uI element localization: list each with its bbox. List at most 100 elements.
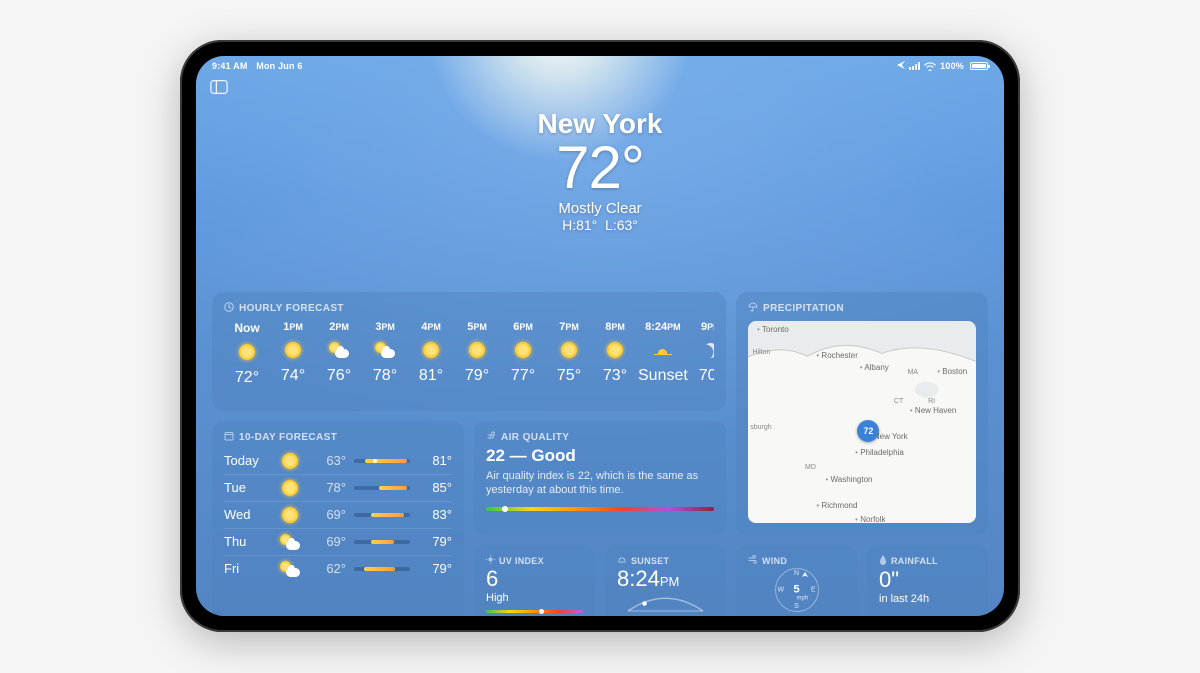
uv-value: 6	[486, 566, 583, 592]
weather-icon	[703, 341, 714, 359]
status-time: 9:41 AM	[212, 61, 248, 71]
map-city-label: • Albany	[860, 363, 889, 372]
cell-signal-icon	[909, 62, 920, 70]
temp-range-bar	[354, 513, 410, 517]
precip-title: Precipitation	[763, 303, 844, 314]
weather-icon	[654, 341, 672, 359]
hourly-slot[interactable]: 9PM 70°	[688, 321, 714, 387]
day-icon	[278, 561, 302, 577]
day-row[interactable]: Thu69°79°	[224, 528, 452, 555]
hour-temp: 73°	[603, 367, 627, 385]
map-city-label: • Philadelphia	[855, 448, 904, 457]
hourly-slot[interactable]: 4PM 81°	[408, 321, 454, 387]
status-date: Mon Jun 6	[256, 61, 302, 71]
tenday-title: 10-Day Forecast	[239, 432, 337, 443]
tenday-forecast-card[interactable]: 10-Day Forecast Today63°81°Tue78°85°Wed6…	[212, 421, 464, 616]
sidebar-toggle-button[interactable]	[208, 78, 230, 96]
day-high: 79°	[418, 561, 452, 576]
battery-pct: 100%	[940, 61, 964, 71]
hour-temp: 75°	[557, 367, 581, 385]
map-city-label: • Richmond	[816, 501, 857, 510]
day-row[interactable]: Fri 62° 79°	[224, 555, 452, 582]
precipitation-map[interactable]: • Toronto• Rochester• Albany• Boston• Ne…	[748, 321, 976, 523]
hourly-slot[interactable]: 1PM74°	[270, 321, 316, 387]
weather-icon	[375, 341, 395, 359]
raindrop-icon	[879, 555, 887, 567]
day-label: Fri	[224, 561, 278, 576]
hourly-slot[interactable]: 8PM 73°	[592, 321, 638, 387]
map-city-label: • Boston	[937, 367, 967, 376]
rain-label: in last 24h	[879, 593, 976, 605]
hourly-slot[interactable]: 2PM 76°	[316, 321, 362, 387]
sidebar-icon	[210, 80, 228, 94]
temp-range-bar	[354, 567, 410, 571]
uv-index-card[interactable]: UV Index 6 High	[474, 545, 595, 616]
hourly-slot[interactable]: 6PM 77°	[500, 321, 546, 387]
hourly-slot[interactable]: Now72°	[224, 321, 270, 387]
map-state-label: CT	[894, 398, 903, 405]
hourly-slot[interactable]: 3PM 78°	[362, 321, 408, 387]
day-low: 69°	[302, 507, 346, 522]
hour-temp: 78°	[373, 367, 397, 385]
hour-temp: 77°	[511, 367, 535, 385]
day-low: 78°	[302, 480, 346, 495]
day-row[interactable]: Wed 69° 83°	[224, 501, 452, 528]
hour-label: 2PM	[329, 321, 349, 333]
hourly-slot[interactable]: 7PM75°	[546, 321, 592, 387]
hour-temp: 79°	[465, 367, 489, 385]
status-bar: 9:41 AM Mon Jun 6 100%	[196, 56, 1004, 74]
weather-icon	[329, 341, 349, 359]
day-high: 79°	[418, 534, 452, 549]
hourly-slot[interactable]: 8:24PMSunset	[638, 321, 688, 387]
temp-range-bar	[354, 486, 410, 490]
aq-title: Air Quality	[501, 432, 569, 443]
wind-card[interactable]: Wind NSEW 5mph	[736, 545, 857, 616]
day-low: 63°	[302, 453, 346, 468]
battery-icon	[970, 62, 988, 70]
hour-label: 9PM	[701, 321, 714, 333]
hour-label: 3PM	[375, 321, 395, 333]
air-quality-card[interactable]: Air Quality 22 — Good Air quality index …	[474, 421, 726, 535]
day-high: 81°	[418, 453, 452, 468]
weather-icon	[423, 341, 439, 359]
aq-headline: 22 — Good	[486, 446, 714, 466]
wind-icon	[748, 555, 758, 566]
map-city-label: • New Haven	[910, 406, 956, 415]
hour-label: Now	[234, 321, 259, 335]
high-low: H:81° L:63°	[196, 217, 1004, 233]
hour-temp: 74°	[281, 367, 305, 385]
day-icon	[278, 507, 302, 523]
day-icon	[278, 534, 302, 550]
hour-label: 6PM	[513, 321, 533, 333]
hour-label: 8PM	[605, 321, 625, 333]
day-low: 62°	[302, 561, 346, 576]
day-row[interactable]: Tue78°85°	[224, 474, 452, 501]
hour-temp: 70°	[699, 367, 714, 385]
weather-icon	[607, 341, 623, 359]
current-temperature: 72°	[196, 138, 1004, 198]
rainfall-card[interactable]: Rainfall 0" in last 24h	[867, 545, 988, 616]
hourly-slot[interactable]: 5PM79°	[454, 321, 500, 387]
precipitation-card[interactable]: Precipitation • Toronto• Rochester• Alba…	[736, 292, 988, 535]
map-state-label: RI	[928, 398, 935, 405]
hour-temp: 76°	[327, 367, 351, 385]
hour-temp: Sunset	[638, 367, 688, 385]
hourly-forecast-card[interactable]: Hourly Forecast Now72°1PM74°2PM76°3PM78°…	[212, 292, 726, 411]
day-label: Wed	[224, 507, 278, 522]
hour-label: 4PM	[421, 321, 441, 333]
day-high: 83°	[418, 507, 452, 522]
map-city-label: • Toronto	[757, 325, 789, 334]
day-label: Thu	[224, 534, 278, 549]
day-icon	[278, 453, 302, 469]
weather-icon	[285, 341, 301, 359]
uv-spectrum	[486, 610, 583, 613]
day-high: 85°	[418, 480, 452, 495]
aqi-icon	[486, 431, 496, 444]
sunset-icon	[617, 555, 627, 566]
day-label: Today	[224, 453, 278, 468]
map-state-label: MD	[805, 464, 816, 471]
hour-temp: 81°	[419, 367, 443, 385]
sunset-time: 8:24PM	[617, 566, 714, 592]
day-row[interactable]: Today 63° 81°	[224, 448, 452, 474]
sunset-card[interactable]: Sunset 8:24PM	[605, 545, 726, 616]
